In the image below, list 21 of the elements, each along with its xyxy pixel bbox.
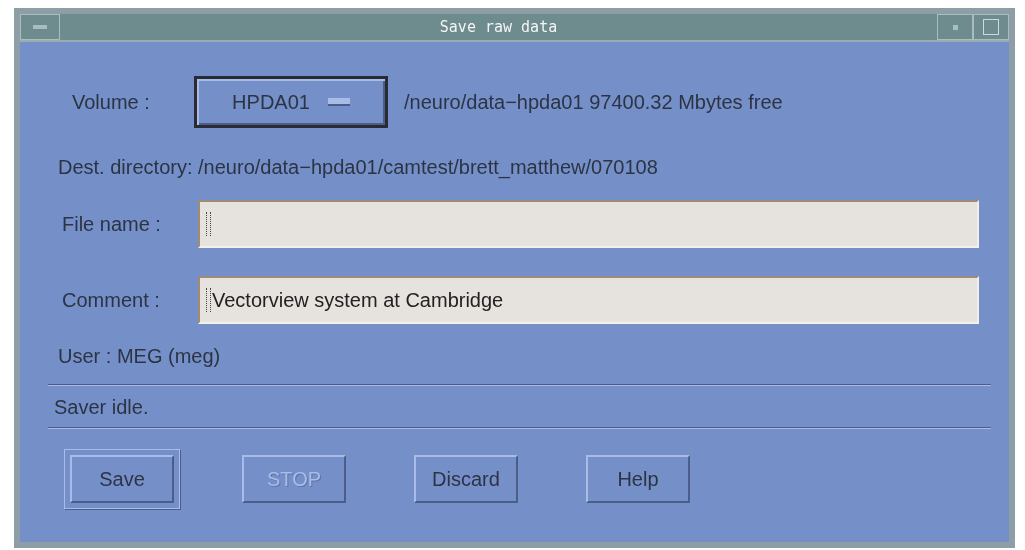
- field-value: Vectorview system at Cambridge: [212, 288, 504, 312]
- push-button[interactable]: Discard: [414, 455, 518, 503]
- text-cursor-icon: [206, 212, 211, 236]
- text-field[interactable]: Vectorview system at Cambridge: [198, 276, 979, 324]
- user-label: User : MEG (meg): [58, 345, 222, 368]
- option-indicator-icon: [327, 98, 350, 106]
- destination-directory: Dest. directory: /neuro/data−hpda01/camtest/brett_matthew/070108: [58, 156, 659, 179]
- window-menu-button[interactable]: [20, 14, 60, 40]
- window-title: Save raw data: [438, 18, 559, 36]
- text-field[interactable]: [198, 200, 979, 248]
- text-cursor-icon: [206, 288, 211, 312]
- field-label: File name :: [62, 212, 162, 236]
- push-button[interactable]: Save: [70, 455, 174, 503]
- push-button[interactable]: Help: [586, 455, 690, 503]
- status-text: Saver idle.: [54, 396, 150, 419]
- field-label: Comment :: [62, 288, 161, 312]
- volume-label: Volume :: [72, 90, 151, 114]
- volume-info: /neuro/data−hpda01 97400.32 Mbytes free: [404, 90, 783, 114]
- minimize-button[interactable]: [937, 14, 973, 40]
- volume-option-menu[interactable]: HPDA01: [194, 76, 388, 128]
- maximize-button[interactable]: [973, 14, 1009, 40]
